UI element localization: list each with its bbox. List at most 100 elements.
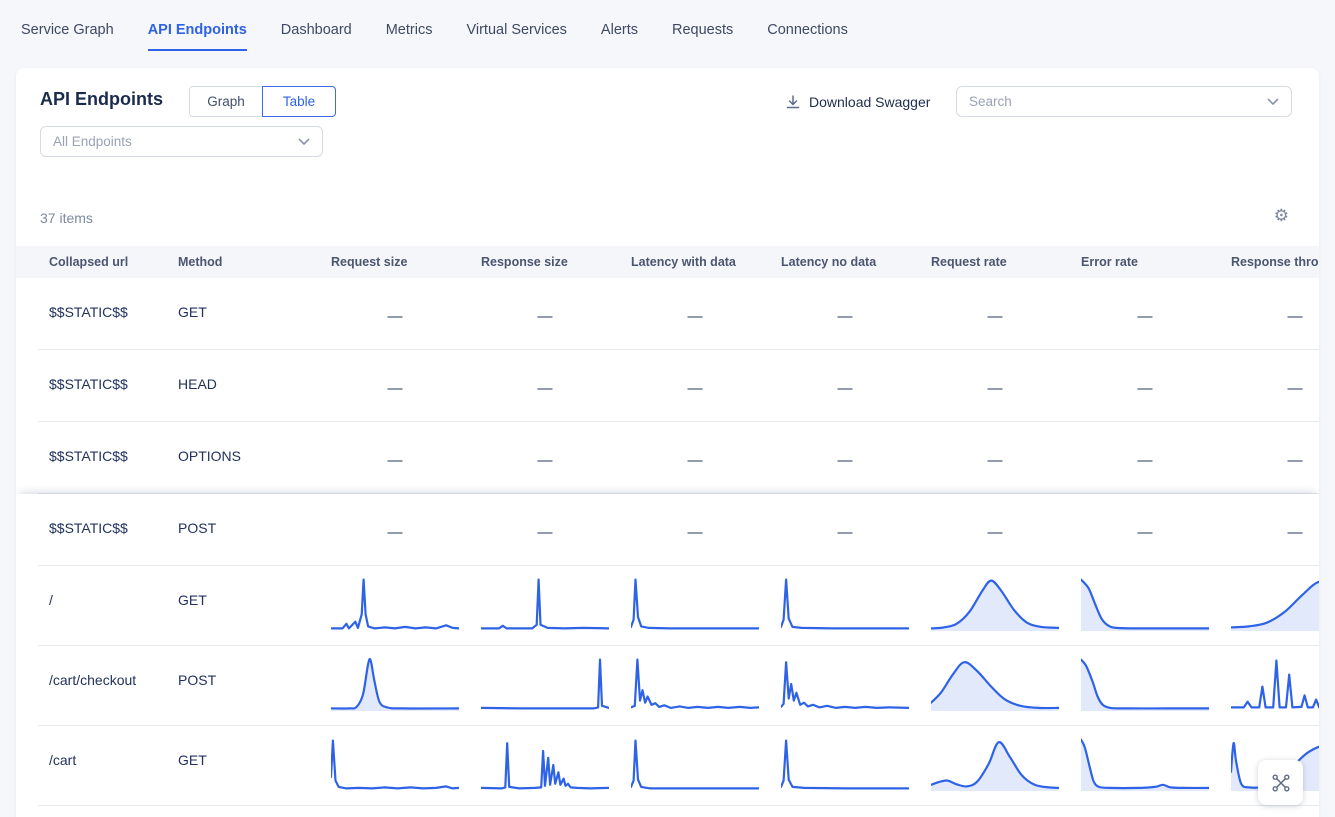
empty-metric-dash: — — [931, 524, 1059, 541]
column-header-request-size: Request size — [331, 255, 481, 269]
metric-cell: — — [931, 350, 1081, 422]
metric-cell: — — [1231, 494, 1319, 566]
column-header-latency-with-data: Latency with data — [631, 255, 781, 269]
chevron-down-icon — [298, 138, 310, 146]
sparkline-response-throughput — [1231, 573, 1319, 633]
metric-cell — [781, 646, 931, 726]
table-row[interactable]: $$STATIC$$POST——————— — [16, 494, 1319, 566]
metric-cell: — — [331, 278, 481, 350]
empty-metric-dash: — — [331, 524, 459, 541]
table-rows-upper: $$STATIC$$GET———————$$STATIC$$HEAD——————… — [16, 278, 1319, 494]
nav-tab-requests[interactable]: Requests — [672, 22, 733, 49]
table-row[interactable]: /cartGET — [16, 726, 1319, 806]
gear-icon[interactable]: ⚙ — [1274, 206, 1289, 226]
sparkline-response-size — [481, 653, 609, 713]
metric-cell: — — [631, 350, 781, 422]
download-swagger-button[interactable]: Download Swagger — [785, 86, 930, 117]
table-row[interactable]: $$STATIC$$GET——————— — [16, 278, 1319, 350]
metric-cell: — — [931, 278, 1081, 350]
sparkline-response-size — [481, 573, 609, 633]
table-row[interactable]: $$STATIC$$HEAD——————— — [16, 350, 1319, 422]
metric-cell: — — [781, 422, 931, 494]
endpoint-url: /cart/checkout — [49, 646, 178, 726]
endpoints-table: Collapsed urlMethodRequest sizeResponse … — [16, 246, 1319, 817]
table-row-stub — [16, 806, 1319, 817]
metric-cell: — — [331, 422, 481, 494]
metric-cell — [331, 726, 481, 806]
metric-cell: — — [631, 494, 781, 566]
metric-cell: — — [781, 494, 931, 566]
nav-tab-connections[interactable]: Connections — [767, 22, 848, 49]
metric-cell: — — [481, 422, 631, 494]
nav-tab-alerts[interactable]: Alerts — [601, 22, 638, 49]
metric-cell: — — [481, 494, 631, 566]
endpoint-method: HEAD — [178, 350, 331, 422]
metric-cell: — — [631, 422, 781, 494]
sparkline-request-size — [331, 733, 459, 793]
table-row[interactable]: /GET — [16, 566, 1319, 646]
metric-cell: — — [1081, 278, 1231, 350]
table-row[interactable]: $$STATIC$$OPTIONS——————— — [16, 422, 1319, 494]
metric-cell — [331, 646, 481, 726]
nav-tab-virtual-services[interactable]: Virtual Services — [466, 22, 566, 49]
metric-cell: — — [1231, 278, 1319, 350]
metric-cell — [1081, 646, 1231, 726]
metric-cell — [1081, 726, 1231, 806]
metric-cell: — — [781, 350, 931, 422]
endpoint-method: POST — [178, 494, 331, 566]
metric-cell: — — [1081, 350, 1231, 422]
api-endpoints-panel: API Endpoints Graph Table All Endpoints … — [16, 68, 1319, 817]
table-view-button[interactable]: Table — [262, 86, 336, 117]
table-row[interactable]: /cart/checkoutPOST — [16, 646, 1319, 726]
sparkline-latency-no-data — [781, 653, 909, 713]
metric-cell — [781, 726, 931, 806]
empty-metric-dash: — — [1231, 308, 1319, 325]
empty-metric-dash: — — [931, 380, 1059, 397]
metric-cell — [781, 566, 931, 646]
endpoint-filter-select[interactable]: All Endpoints — [40, 126, 323, 157]
endpoint-method: GET — [178, 278, 331, 350]
nav-tab-metrics[interactable]: Metrics — [386, 22, 433, 49]
table-rows-lower: $$STATIC$$POST———————/GET/cart/checkoutP… — [16, 494, 1319, 806]
graph-view-button[interactable]: Graph — [189, 86, 263, 117]
sparkline-request-size — [331, 573, 459, 633]
column-header-error-rate: Error rate — [1081, 255, 1231, 269]
empty-metric-dash: — — [481, 524, 609, 541]
metric-cell: — — [1081, 494, 1231, 566]
nav-tab-service-graph[interactable]: Service Graph — [21, 22, 114, 49]
sparkline-latency-no-data — [781, 573, 909, 633]
nav-tab-dashboard[interactable]: Dashboard — [281, 22, 352, 49]
empty-metric-dash: — — [1081, 524, 1209, 541]
metric-cell: — — [1231, 422, 1319, 494]
empty-metric-dash: — — [781, 452, 909, 469]
empty-metric-dash: — — [481, 308, 609, 325]
empty-metric-dash: — — [781, 380, 909, 397]
metric-cell — [481, 646, 631, 726]
search-box — [956, 86, 1292, 117]
metric-cell: — — [1231, 350, 1319, 422]
sparkline-latency-with-data — [631, 653, 759, 713]
empty-metric-dash: — — [631, 308, 759, 325]
download-swagger-label: Download Swagger — [809, 94, 930, 110]
expand-arrows-icon — [1270, 772, 1292, 794]
metric-cell: — — [781, 278, 931, 350]
metric-cell — [631, 566, 781, 646]
empty-metric-dash: — — [1231, 524, 1319, 541]
empty-metric-dash: — — [331, 308, 459, 325]
metric-cell — [631, 726, 781, 806]
metric-cell: — — [1081, 422, 1231, 494]
search-input[interactable] — [969, 94, 1267, 109]
sparkline-latency-with-data — [631, 573, 759, 633]
empty-metric-dash: — — [931, 452, 1059, 469]
items-count: 37 items — [40, 210, 93, 226]
empty-metric-dash: — — [1231, 452, 1319, 469]
empty-metric-dash: — — [1081, 380, 1209, 397]
metric-cell — [1081, 566, 1231, 646]
table-header-row: Collapsed urlMethodRequest sizeResponse … — [16, 246, 1319, 278]
empty-metric-dash: — — [1231, 380, 1319, 397]
expand-button[interactable] — [1258, 760, 1303, 805]
empty-metric-dash: — — [481, 452, 609, 469]
nav-tab-api-endpoints[interactable]: API Endpoints — [148, 22, 247, 51]
endpoint-url: / — [49, 566, 178, 646]
empty-metric-dash: — — [1081, 452, 1209, 469]
